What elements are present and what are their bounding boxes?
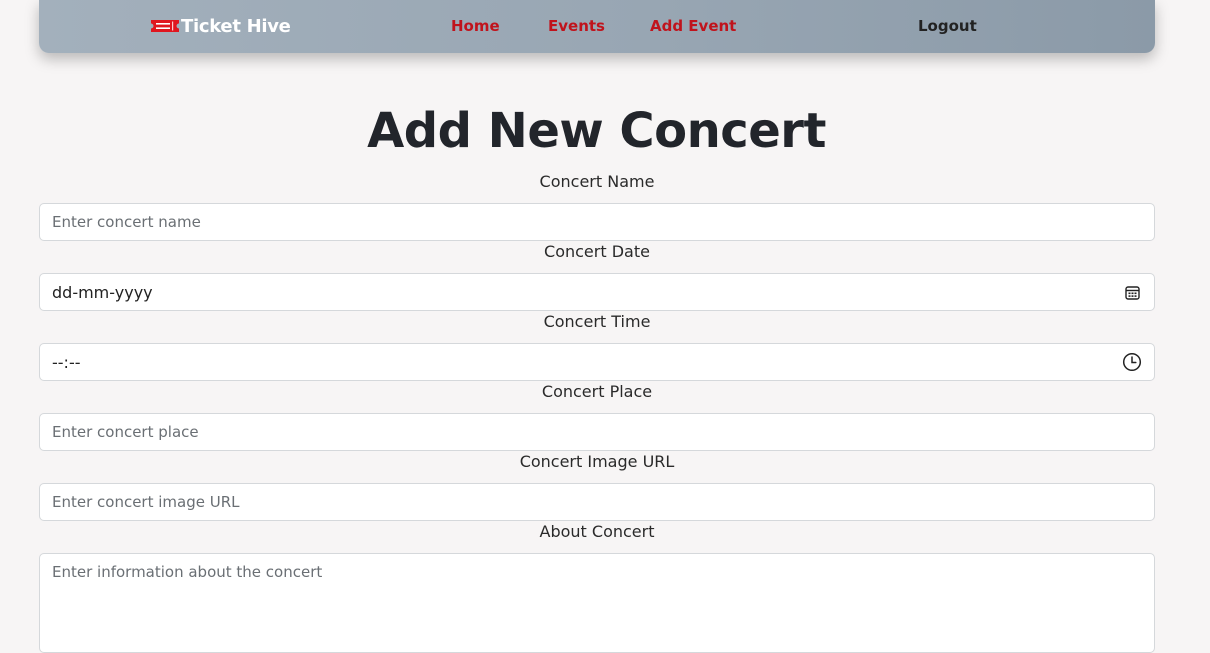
- brand-name: Ticket Hive: [181, 15, 291, 37]
- concert-date-value: dd-mm-yyyy: [52, 282, 153, 302]
- calendar-icon[interactable]: [1122, 282, 1142, 302]
- nav-link-events[interactable]: Events: [548, 16, 605, 36]
- concert-place-label: Concert Place: [541, 382, 653, 401]
- concert-place-input[interactable]: [39, 413, 1155, 451]
- nav-link-add-event[interactable]: Add Event: [650, 16, 736, 36]
- brand-logo[interactable]: Ticket Hive: [150, 14, 291, 38]
- concert-name-label: Concert Name: [539, 172, 655, 191]
- concert-date-input[interactable]: dd-mm-yyyy: [39, 273, 1155, 311]
- concert-image-url-label: Concert Image URL: [519, 452, 675, 471]
- logout-button[interactable]: Logout: [918, 16, 977, 36]
- navbar: Ticket Hive Home Events Add Event Logout: [39, 0, 1155, 53]
- concert-time-input[interactable]: --:--: [39, 343, 1155, 381]
- about-concert-textarea[interactable]: [39, 553, 1155, 653]
- ticket-icon: [150, 18, 180, 34]
- about-concert-label: About Concert: [539, 522, 655, 541]
- concert-name-input[interactable]: [39, 203, 1155, 241]
- page-title: Add New Concert: [367, 103, 826, 159]
- nav-link-home[interactable]: Home: [451, 16, 500, 36]
- concert-time-value: --:--: [52, 352, 81, 372]
- clock-icon[interactable]: [1122, 352, 1142, 372]
- concert-date-label: Concert Date: [544, 242, 650, 261]
- concert-time-label: Concert Time: [543, 312, 651, 331]
- concert-image-url-input[interactable]: [39, 483, 1155, 521]
